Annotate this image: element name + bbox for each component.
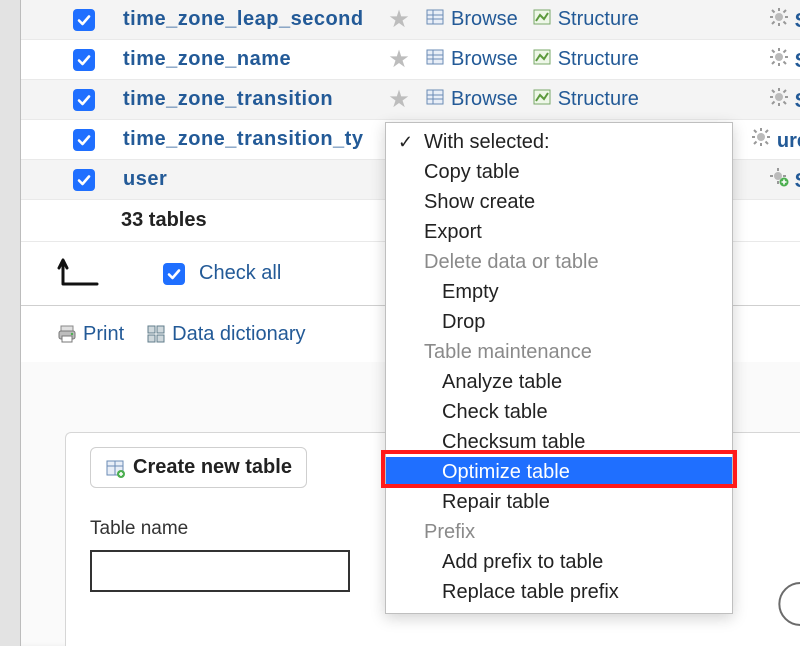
- row-checkbox[interactable]: [73, 129, 95, 151]
- gear-icon: [769, 170, 789, 192]
- dd-optimize-table[interactable]: Optimize table: [386, 457, 732, 487]
- table-name-link[interactable]: user: [123, 168, 373, 191]
- table-add-icon: [105, 458, 125, 478]
- gear-icon: [769, 10, 789, 32]
- create-table-heading: Create new table: [90, 447, 307, 488]
- structure-action[interactable]: Structure: [532, 87, 639, 113]
- browse-label: Browse: [451, 8, 518, 31]
- data-dictionary-icon: [146, 324, 166, 344]
- select-arrow-icon: [57, 254, 103, 294]
- structure-label: Structure: [558, 8, 639, 31]
- row-trail: S: [769, 87, 800, 113]
- structure-icon: [532, 47, 552, 73]
- browse-label: Browse: [451, 88, 518, 111]
- data-dictionary-label: Data dictionary: [172, 323, 305, 346]
- table-name-label: Table name: [90, 518, 350, 540]
- print-link[interactable]: Print: [57, 323, 124, 346]
- browse-label: Browse: [451, 48, 518, 71]
- favorite-star-icon[interactable]: ★: [387, 5, 411, 34]
- structure-label: Structure: [558, 88, 639, 111]
- row-checkbox[interactable]: [73, 49, 95, 71]
- print-label: Print: [83, 323, 124, 346]
- dd-add-prefix[interactable]: Add prefix to table: [386, 547, 732, 577]
- row-trail: S: [769, 7, 800, 33]
- dd-analyze-table[interactable]: Analyze table: [386, 367, 732, 397]
- structure-action[interactable]: Structure: [532, 47, 639, 73]
- dd-check-table[interactable]: Check table: [386, 397, 732, 427]
- row-checkbox[interactable]: [73, 89, 95, 111]
- dd-repair-table[interactable]: Repair table: [386, 487, 732, 517]
- browse-action[interactable]: Browse: [425, 47, 518, 73]
- structure-icon: [532, 7, 552, 33]
- gear-icon: [769, 90, 789, 112]
- printer-icon: [57, 324, 77, 344]
- dd-group-delete: Delete data or table: [386, 247, 732, 277]
- dd-copy-table[interactable]: Copy table: [386, 157, 732, 187]
- structure-label: Structure: [558, 48, 639, 71]
- structure-action[interactable]: Structure: [532, 7, 639, 33]
- row-trail: S: [769, 47, 800, 73]
- table-row: time_zone_transition ★ Browse Structure S: [21, 80, 800, 120]
- main-panel: time_zone_leap_second ★ Browse Structure St…: [20, 0, 800, 646]
- table-name-input[interactable]: [90, 550, 350, 592]
- browse-icon: [425, 7, 445, 33]
- table-name-link[interactable]: time_zone_name: [123, 48, 373, 71]
- row-checkbox[interactable]: [73, 9, 95, 31]
- browse-action[interactable]: Browse: [425, 87, 518, 113]
- favorite-star-icon[interactable]: ★: [387, 45, 411, 74]
- create-table-heading-text: Create new table: [133, 456, 292, 479]
- table-name-link[interactable]: time_zone_leap_second: [123, 8, 373, 31]
- dd-checksum-table[interactable]: Checksum table: [386, 427, 732, 457]
- row-trail: S: [769, 167, 800, 193]
- row-trail: ure: [751, 127, 800, 153]
- dd-group-prefix: Prefix: [386, 517, 732, 547]
- gear-icon: [751, 130, 771, 152]
- dd-export[interactable]: Export: [386, 217, 732, 247]
- browse-icon: [425, 47, 445, 73]
- table-row: time_zone_name ★ Browse Structure S: [21, 40, 800, 80]
- favorite-star-icon[interactable]: ★: [387, 85, 411, 114]
- tables-summary-text: 33 tables: [121, 209, 207, 232]
- browse-icon: [425, 87, 445, 113]
- trail-text: S: [795, 90, 800, 112]
- structure-icon: [532, 87, 552, 113]
- trail-text: S: [795, 50, 800, 72]
- table-name-link[interactable]: time_zone_transition: [123, 88, 373, 111]
- dd-replace-prefix[interactable]: Replace table prefix: [386, 577, 732, 607]
- row-checkbox[interactable]: [73, 169, 95, 191]
- trail-text: S: [795, 170, 800, 192]
- browse-action[interactable]: Browse: [425, 7, 518, 33]
- gear-icon: [769, 50, 789, 72]
- data-dictionary-link[interactable]: Data dictionary: [146, 323, 305, 346]
- dd-show-create[interactable]: Show create: [386, 187, 732, 217]
- trail-text: ure: [777, 130, 800, 152]
- check-all-checkbox[interactable]: [163, 263, 185, 285]
- dd-drop[interactable]: Drop: [386, 307, 732, 337]
- trail-text: S: [795, 10, 800, 32]
- check-all-label[interactable]: Check all: [199, 262, 281, 285]
- table-row: time_zone_leap_second ★ Browse Structure S: [21, 0, 800, 40]
- dd-empty[interactable]: Empty: [386, 277, 732, 307]
- dd-with-selected[interactable]: With selected:: [386, 127, 732, 157]
- with-selected-dropdown: With selected: Copy table Show create Ex…: [385, 122, 733, 614]
- table-name-link[interactable]: time_zone_transition_ty: [123, 128, 373, 151]
- dd-group-maintenance: Table maintenance: [386, 337, 732, 367]
